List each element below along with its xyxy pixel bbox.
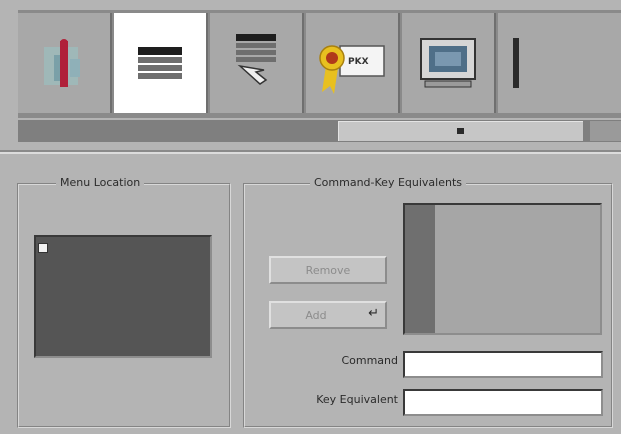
command-key-title: Command-Key Equivalents [310,176,466,189]
return-key-icon: ↵ [368,306,379,321]
menu-location-title: Menu Location [56,176,145,189]
command-key-list-column [405,205,435,333]
key-equivalent-label: Key Equivalent [316,393,398,406]
certificate-icon: PKX [319,45,385,94]
info-icon [44,39,80,87]
toolbar-certificate-button[interactable]: PKX [306,13,400,113]
monitor-icon [420,38,476,88]
toolbar-menus-button[interactable] [114,13,208,113]
toolbar-info-button[interactable] [18,13,112,113]
menu-select-icon [236,34,276,85]
scroll-thumb[interactable] [338,121,583,141]
command-label: Command [341,354,398,367]
menu-icon [138,47,182,79]
key-equivalent-field[interactable] [403,389,603,416]
toolbar: PKX [18,10,621,118]
partial-icon [512,38,519,88]
toolbar-menu-select-button[interactable] [210,13,304,113]
section-divider-highlight [0,152,621,154]
menu-location-well[interactable] [34,235,212,358]
svg-text:PKX: PKX [348,57,369,67]
command-field[interactable] [403,351,603,378]
add-button[interactable]: Add ↵ [269,301,387,329]
toolbar-partial-button[interactable] [498,13,621,113]
scroll-grip-icon [457,128,464,134]
scroll-end [590,121,621,141]
toolbar-monitor-button[interactable] [402,13,496,113]
add-button-label: Add [305,308,327,322]
remove-button[interactable]: Remove [269,256,387,284]
command-key-list[interactable] [403,203,602,335]
menu-location-marker[interactable] [38,243,48,253]
remove-button-label: Remove [305,263,351,277]
